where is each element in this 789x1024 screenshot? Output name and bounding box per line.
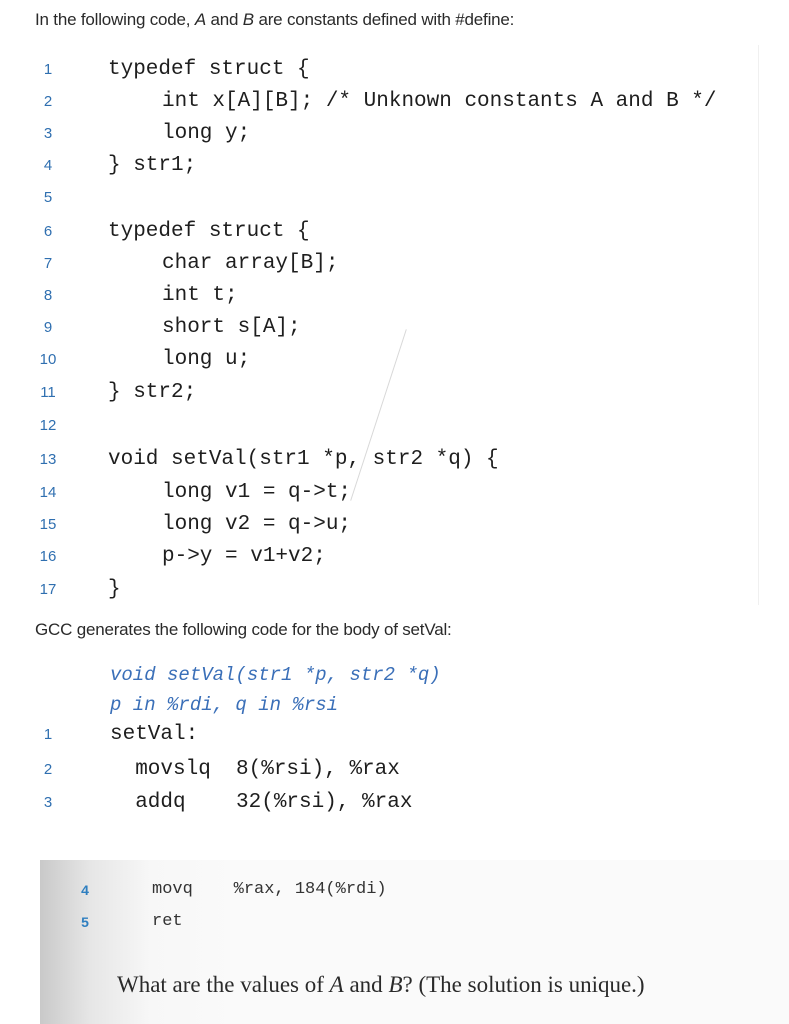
- pencil-mark: [350, 329, 407, 501]
- question-prefix: What are the values of: [117, 972, 330, 997]
- line-number: 2: [43, 93, 53, 110]
- asm-code: movslq 8(%rsi), %rax: [110, 758, 400, 781]
- line-number: 4: [81, 882, 89, 898]
- asm-code: ret: [152, 912, 183, 931]
- intro-var-a: A: [194, 10, 206, 29]
- code-text: typedef struct {: [108, 58, 310, 81]
- line-number: 16: [39, 548, 57, 565]
- line-number: 4: [43, 157, 53, 174]
- line-number: 5: [81, 914, 89, 930]
- code-text: char array[B];: [162, 252, 339, 275]
- asm-comment-registers: p in %rdi, q in %rsi: [110, 694, 339, 716]
- question-var-b: B: [388, 972, 403, 997]
- line-number: 15: [39, 516, 57, 533]
- question-text: What are the values of A and B? (The sol…: [117, 972, 645, 998]
- line-number: 7: [43, 255, 53, 272]
- line-number: 14: [39, 484, 57, 501]
- code-text: }: [108, 578, 121, 601]
- code-text: } str2;: [108, 381, 197, 404]
- c-code-block: 1 typedef struct { 2 int x[A][B]; /* Unknow…: [28, 45, 759, 605]
- code-text: long v1 = q->t;: [162, 481, 352, 504]
- line-number: 8: [43, 287, 53, 304]
- intro-var-b: B: [242, 10, 254, 29]
- line-number: 11: [40, 384, 56, 401]
- line-number: 2: [43, 761, 53, 778]
- code-text: void setVal(str1 *p, str2 *q) {: [108, 448, 499, 471]
- asm-comment-signature: void setVal(str1 *p, str2 *q): [110, 664, 441, 686]
- line-number: 5: [43, 189, 53, 206]
- line-number: 1: [43, 726, 53, 743]
- code-text: int t;: [162, 284, 238, 307]
- code-text: } str1;: [108, 154, 197, 177]
- code-text: long v2 = q->u;: [162, 513, 352, 536]
- line-number: 10: [39, 351, 57, 368]
- asm-code-block: void setVal(str1 *p, str2 *q) p in %rdi,…: [28, 660, 758, 840]
- intro-suffix: are constants defined with #define:: [253, 10, 515, 29]
- question-middle: and: [343, 972, 389, 997]
- question-suffix: ? (The solution is unique.): [402, 972, 645, 997]
- line-number: 1: [43, 61, 53, 78]
- asm-code: addq 32(%rsi), %rax: [110, 791, 413, 814]
- intro-middle: and: [205, 10, 243, 29]
- line-number: 12: [39, 417, 57, 434]
- asm-code: setVal:: [110, 723, 199, 746]
- line-number: 3: [43, 794, 53, 811]
- line-number: 6: [43, 223, 53, 240]
- code-text: int x[A][B]; /* Unknown constants A and …: [162, 90, 717, 113]
- line-number: 13: [39, 451, 57, 468]
- code-text: long u;: [162, 348, 251, 371]
- scanned-page-fragment: 4 movq %rax, 184(%rdi) 5 ret What are th…: [40, 860, 789, 1024]
- code-text: p->y = v1+v2;: [162, 545, 326, 568]
- gcc-description: GCC generates the following code for the…: [35, 620, 452, 639]
- code-text: long y;: [162, 122, 251, 145]
- code-text: typedef struct {: [108, 220, 310, 243]
- code-text: short s[A];: [162, 316, 301, 339]
- line-number: 9: [43, 319, 53, 336]
- line-number: 17: [39, 581, 57, 598]
- asm-code: movq %rax, 184(%rdi): [152, 880, 387, 899]
- question-var-a: A: [329, 972, 344, 997]
- intro-text: In the following code, A and B are const…: [35, 10, 514, 30]
- line-number: 3: [43, 125, 53, 142]
- intro-prefix: In the following code,: [35, 10, 195, 29]
